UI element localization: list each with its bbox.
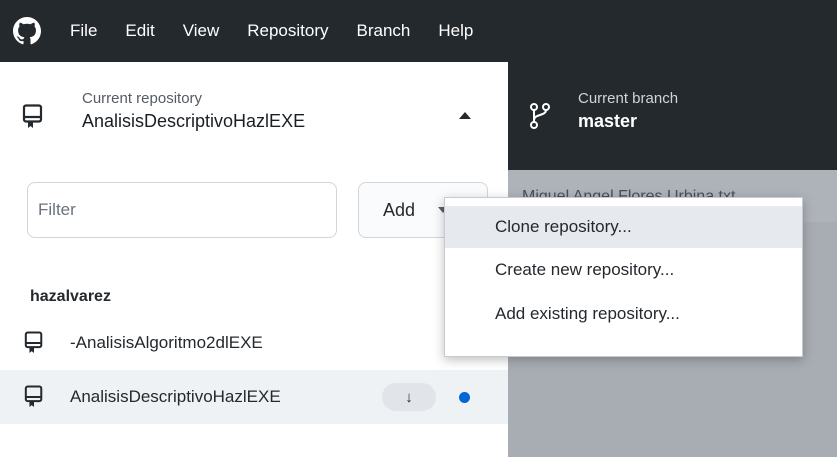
menu-help[interactable]: Help	[424, 0, 487, 62]
caret-up-icon	[459, 112, 471, 119]
repository-pane: Current repository AnalisisDescriptivoHa…	[0, 62, 508, 457]
filter-input[interactable]	[27, 182, 337, 238]
create-new-repository-item[interactable]: Create new repository...	[445, 248, 802, 292]
github-logo-icon	[12, 16, 42, 46]
repo-list-item-selected[interactable]: AnalisisDescriptivoHazlEXE ↓	[0, 370, 508, 424]
menu-bar: File Edit View Repository Branch Help	[0, 0, 837, 62]
repo-list-item-label: -AnalisisAlgoritmo2dlEXE	[70, 333, 263, 352]
repo-icon	[22, 104, 43, 128]
behind-arrow-icon: ↓	[382, 383, 436, 411]
current-branch-caption: Current branch	[578, 90, 679, 107]
add-existing-repository-item[interactable]: Add existing repository...	[445, 292, 802, 336]
menu-repository[interactable]: Repository	[233, 0, 342, 62]
current-repository-texts: Current repository AnalisisDescriptivoHa…	[82, 90, 305, 134]
git-branch-icon	[530, 103, 550, 129]
repo-icon	[24, 385, 43, 407]
current-repository-name: AnalisisDescriptivoHazlEXE	[82, 111, 306, 131]
current-branch-name: master	[578, 111, 638, 131]
menu-view[interactable]: View	[169, 0, 234, 62]
current-repository-caption: Current repository	[82, 90, 203, 107]
repo-icon	[24, 331, 43, 353]
clone-repository-item[interactable]: Clone repository...	[445, 206, 802, 248]
current-branch-toggle[interactable]: Current branch master	[508, 62, 837, 170]
current-branch-texts: Current branch master	[578, 90, 678, 134]
current-repository-toggle[interactable]: Current repository AnalisisDescriptivoHa…	[0, 62, 508, 154]
menu-edit[interactable]: Edit	[111, 0, 168, 62]
uncommitted-changes-dot	[459, 391, 470, 403]
menu-branch[interactable]: Branch	[343, 0, 425, 62]
menu-file[interactable]: File	[56, 0, 111, 62]
repo-list-item-label: AnalisisDescriptivoHazlEXE	[70, 387, 281, 406]
repo-list-item[interactable]: -AnalisisAlgoritmo2dlEXE	[0, 316, 508, 370]
repo-group-header: hazalvarez	[30, 288, 111, 305]
add-menu: Clone repository... Create new repositor…	[444, 197, 803, 357]
